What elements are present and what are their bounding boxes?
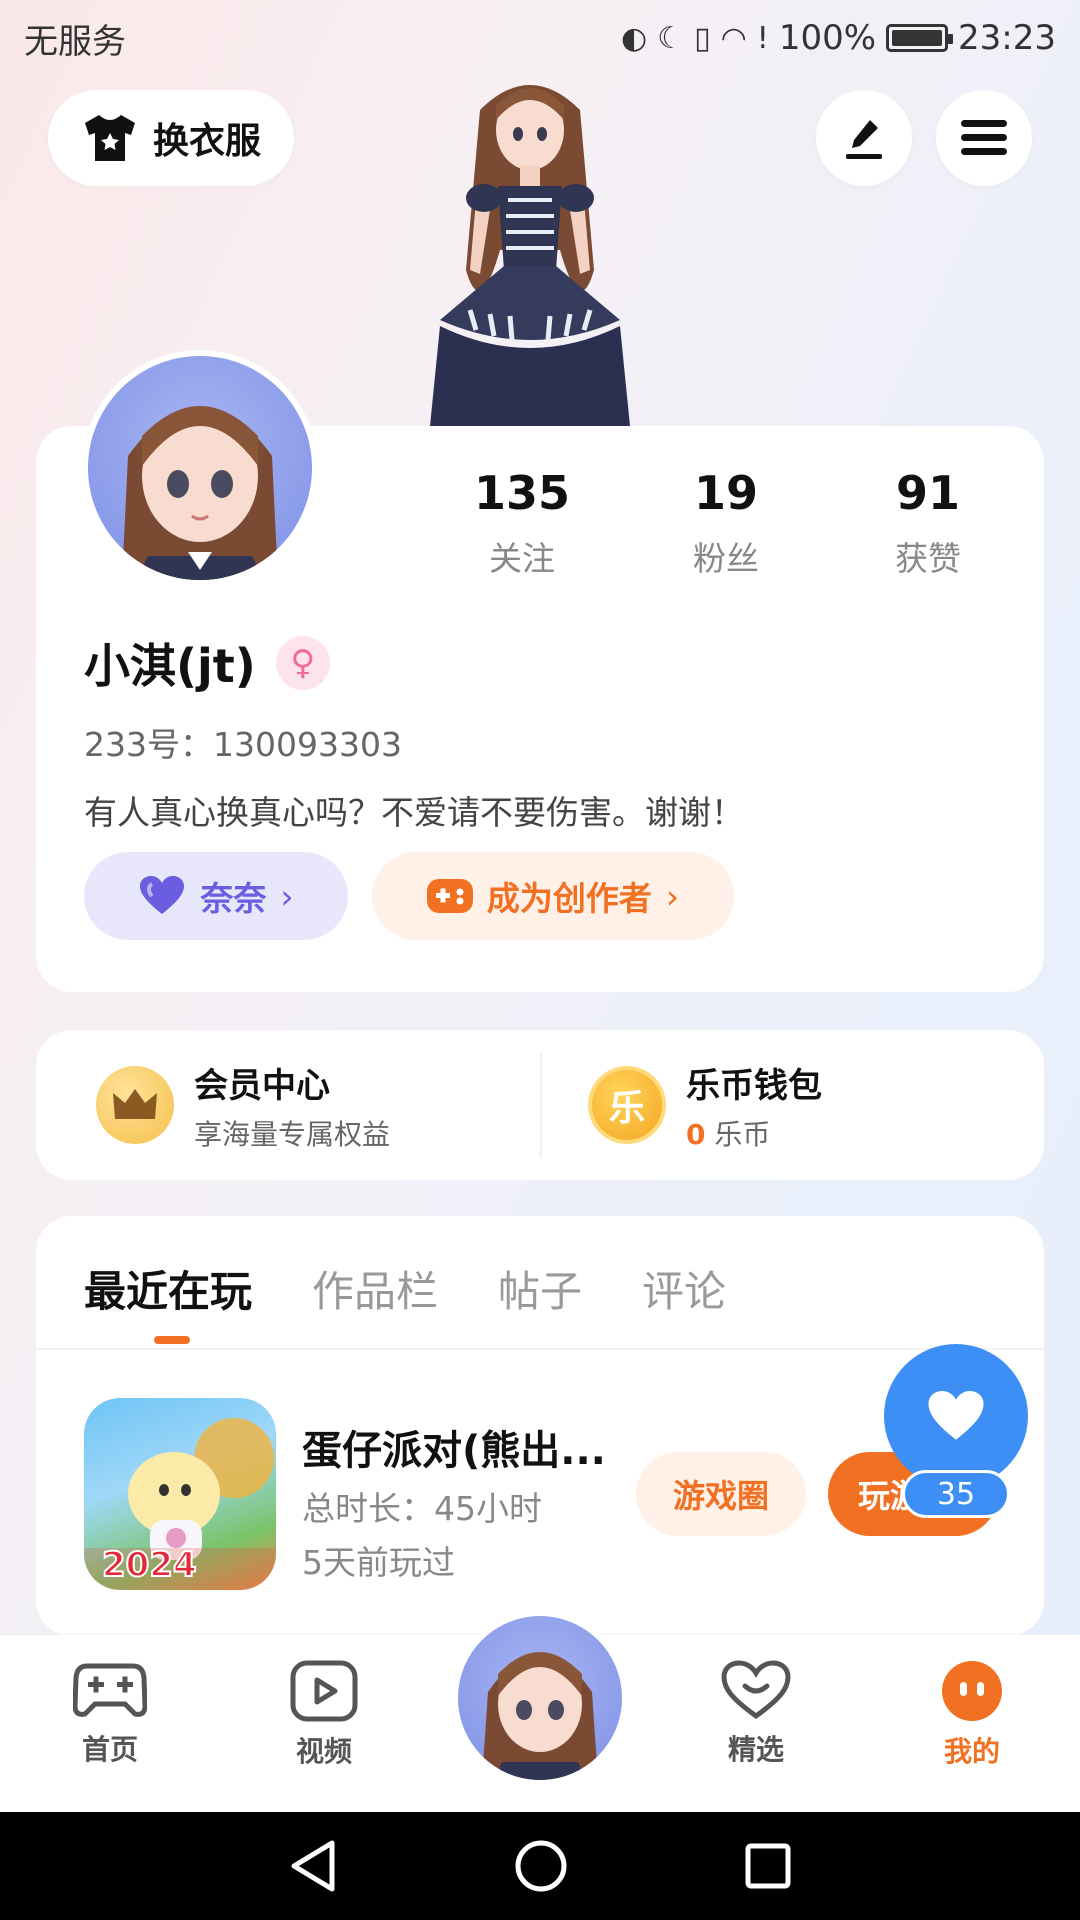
fans-count: 19	[693, 466, 758, 520]
stat-likes[interactable]: 91 获赞	[848, 466, 1008, 580]
character-figure[interactable]	[380, 70, 680, 426]
vibrate-icon: ▯	[694, 20, 711, 56]
gamepad-icon	[426, 879, 473, 913]
game-duration: 总时长：45小时	[302, 1489, 542, 1528]
battery-icon	[886, 24, 954, 52]
nav-home[interactable]: 首页	[40, 1660, 180, 1768]
nav-featured-label: 精选	[727, 1733, 784, 1766]
wallet-unit: 乐币	[714, 1117, 771, 1151]
gamepad-icon	[73, 1663, 147, 1717]
wallet-title: 乐币钱包	[686, 1065, 822, 1106]
change-outfit-button[interactable]: 换衣服	[48, 90, 294, 186]
game-title[interactable]: 蛋仔派对(熊出...	[302, 1418, 606, 1476]
name-row: 小淇(jt) ♀	[84, 630, 330, 696]
tabs-divider	[36, 1348, 1044, 1350]
back-icon[interactable]	[288, 1839, 338, 1893]
clock: 23:23	[958, 18, 1056, 58]
divider	[540, 1052, 542, 1158]
moon-icon: ☾	[657, 20, 685, 56]
system-nav-bar	[0, 1812, 1080, 1920]
nav-home-label: 首页	[81, 1733, 138, 1766]
become-creator-label: 成为创作者	[486, 879, 652, 918]
chevron-right-icon: ›	[280, 876, 294, 916]
shirt-icon	[84, 115, 135, 161]
user-bio: 有人真心换真心吗？不爱请不要伤害。谢谢！	[84, 793, 744, 832]
like-count-badge: 35	[902, 1470, 1010, 1518]
stat-fans[interactable]: 19 粉丝	[646, 466, 806, 580]
wallet-entry[interactable]: 乐 乐币钱包 0 乐币	[588, 1030, 822, 1180]
wallet-amount: 0	[686, 1117, 706, 1151]
wallet-balance: 0 乐币	[686, 1113, 822, 1153]
nav-avatar-illustration	[482, 1652, 598, 1780]
content-tabs: 最近在玩 作品栏 帖子 评论	[84, 1258, 726, 1344]
user-id[interactable]: 233号：130093303	[84, 718, 402, 766]
avatar-illustration	[122, 406, 278, 580]
tab-comments[interactable]: 评论	[642, 1258, 726, 1319]
nav-me-label: 我的	[943, 1735, 1000, 1768]
wifi-icon: ◠	[720, 20, 747, 56]
heart-icon	[928, 1391, 984, 1440]
hamburger-icon	[961, 120, 1007, 155]
nav-featured[interactable]: 精选	[686, 1660, 826, 1768]
recents-square-icon[interactable]	[744, 1842, 792, 1890]
user-name: 小淇(jt)	[84, 639, 256, 693]
game-circle-button[interactable]: 游戏圈	[636, 1452, 806, 1536]
alert-icon: !	[756, 20, 769, 56]
following-label: 关注	[489, 539, 555, 578]
edit-button[interactable]	[816, 90, 912, 186]
nav-avatar-button[interactable]	[452, 1610, 628, 1786]
nana-tag-button[interactable]: 奈奈 ›	[84, 852, 348, 940]
likes-count: 91	[895, 466, 960, 520]
vip-subtitle: 享海量专属权益	[194, 1117, 391, 1151]
battery-percent: 100%	[778, 18, 877, 58]
carrier-text: 无服务	[24, 21, 126, 62]
crown-icon	[96, 1066, 174, 1144]
game-art: 2024	[84, 1418, 276, 1590]
data-saver-icon: ◐	[620, 20, 648, 56]
likes-label: 获赞	[895, 539, 961, 578]
tab-posts[interactable]: 帖子	[498, 1258, 582, 1319]
game-badge: 2024	[102, 1545, 197, 1585]
tab-works[interactable]: 作品栏	[312, 1258, 438, 1319]
nav-video-label: 视频	[295, 1735, 352, 1768]
game-last-played: 5天前玩过	[302, 1543, 455, 1582]
heart-smile-icon	[721, 1660, 791, 1720]
nav-video[interactable]: 视频	[254, 1660, 394, 1770]
pen-icon	[846, 120, 882, 159]
following-count: 135	[473, 466, 571, 520]
fans-label: 粉丝	[693, 539, 759, 578]
change-outfit-label: 换衣服	[152, 121, 261, 162]
heart-icon	[140, 876, 185, 914]
tab-recently-played[interactable]: 最近在玩	[84, 1258, 252, 1344]
chevron-right-icon: ›	[665, 876, 680, 916]
home-circle-icon[interactable]	[514, 1839, 568, 1893]
face-icon	[942, 1661, 1002, 1721]
status-bar: 无服务 ◐ ☾ ▯ ◠ ! 100% 23:23	[0, 0, 1080, 76]
stat-following[interactable]: 135 关注	[442, 466, 602, 580]
like-fab-button[interactable]	[884, 1344, 1028, 1488]
vip-center-entry[interactable]: 会员中心 享海量专属权益	[96, 1030, 390, 1180]
play-icon	[290, 1660, 358, 1722]
become-creator-button[interactable]: 成为创作者 ›	[372, 852, 734, 940]
coin-icon: 乐	[588, 1066, 666, 1144]
vip-title: 会员中心	[194, 1065, 330, 1106]
menu-button[interactable]	[936, 90, 1032, 186]
nana-label: 奈奈	[200, 879, 267, 918]
female-icon: ♀	[275, 636, 330, 690]
profile-avatar[interactable]	[82, 350, 318, 586]
member-wallet-card: 会员中心 享海量专属权益 乐 乐币钱包 0 乐币	[36, 1030, 1044, 1180]
game-icon[interactable]: 2024	[84, 1398, 276, 1590]
nav-me[interactable]: 我的	[902, 1660, 1042, 1770]
